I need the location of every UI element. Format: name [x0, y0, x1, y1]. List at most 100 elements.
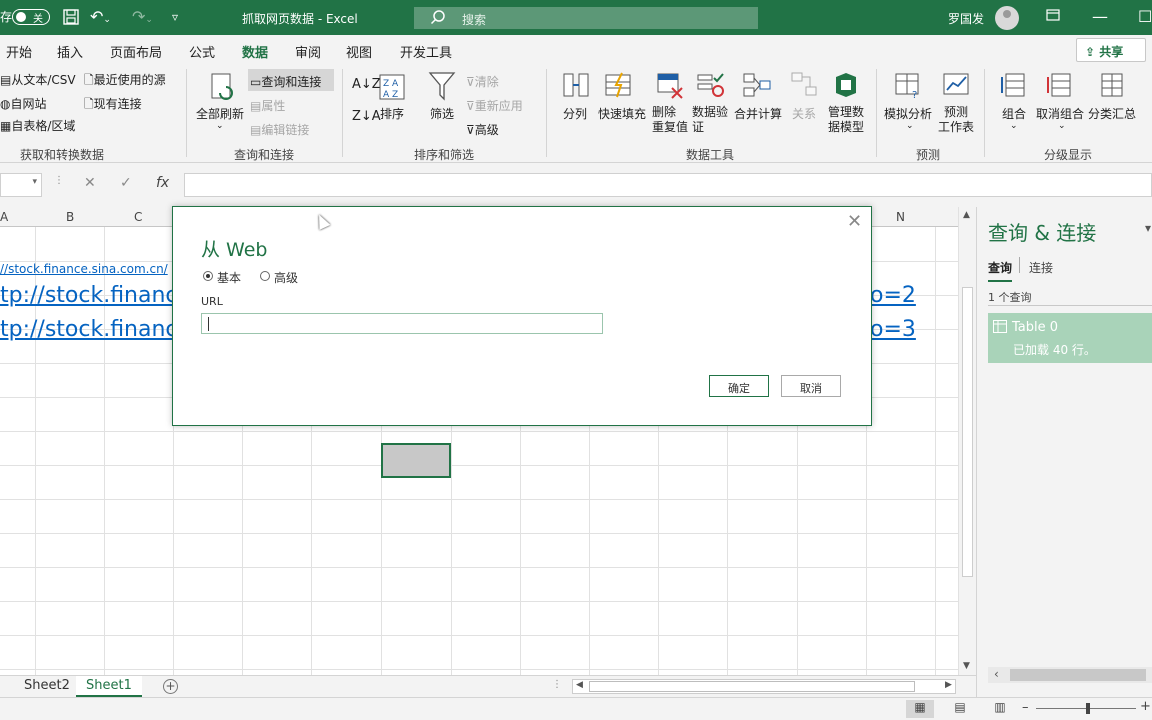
ungroup-button[interactable]: 取消组合	[1036, 105, 1084, 122]
recent-sources-button[interactable]: 🗋最近使用的源	[84, 71, 166, 92]
refresh-all-icon[interactable]	[206, 71, 238, 106]
what-if-button[interactable]: 模拟分析	[884, 105, 932, 122]
what-if-dropdown-icon[interactable]: ⌄	[906, 121, 914, 131]
page-layout-view-icon[interactable]: ▤	[946, 700, 974, 718]
tab-home[interactable]: 开始	[6, 42, 32, 61]
cell-hyperlink[interactable]: tp://stock.financ	[0, 317, 178, 342]
save-icon[interactable]	[62, 8, 80, 30]
zoom-in-icon[interactable]: +	[1140, 699, 1151, 714]
radio-advanced-label[interactable]: 高级	[274, 269, 298, 286]
scroll-up-icon[interactable]: ▲	[963, 210, 970, 220]
existing-connections-button[interactable]: 🗋现有连接	[84, 95, 142, 116]
tab-insert[interactable]: 插入	[57, 42, 83, 61]
tab-review[interactable]: 审阅	[295, 42, 321, 61]
cancel-button[interactable]: 取消	[781, 375, 841, 397]
pane-scroll-left-icon[interactable]: ‹	[994, 667, 999, 681]
cancel-entry-icon[interactable]: ✕	[84, 175, 96, 191]
hscroll-thumb[interactable]	[589, 681, 915, 692]
reapply-button[interactable]: ⊽重新应用	[466, 97, 523, 114]
column-header-c[interactable]: C	[134, 210, 142, 224]
sort-button[interactable]: 排序	[380, 105, 404, 122]
column-header-a[interactable]: A	[0, 210, 8, 224]
scroll-down-icon[interactable]: ▼	[963, 661, 970, 671]
sort-za-icon[interactable]: Z↓A	[352, 109, 381, 124]
minimize-icon[interactable]: —	[1092, 8, 1108, 26]
add-sheet-icon[interactable]: +	[163, 679, 178, 694]
normal-view-icon[interactable]: ▦	[906, 700, 934, 718]
insert-function-button[interactable]: fx	[156, 175, 169, 191]
name-box[interactable]: ▾	[0, 173, 42, 197]
from-table-button[interactable]: ▦自表格/区域	[0, 117, 75, 134]
close-icon[interactable]: ✕	[847, 211, 862, 232]
ungroup-dropdown-icon[interactable]: ⌄	[1058, 121, 1066, 131]
tab-developer[interactable]: 开发工具	[400, 42, 452, 61]
edit-links-button[interactable]: ▤编辑链接	[250, 121, 309, 138]
scroll-right-icon[interactable]: ▶	[945, 680, 952, 690]
subtotal-button[interactable]: 分类汇总	[1088, 105, 1136, 122]
scroll-left-icon[interactable]: ◀	[576, 680, 583, 690]
name-box-dropdown-icon[interactable]: ▾	[32, 177, 37, 187]
group-dropdown-icon[interactable]: ⌄	[1010, 121, 1018, 131]
ribbon-display-icon[interactable]	[1046, 8, 1060, 28]
user-name[interactable]: 罗国发	[948, 10, 984, 27]
pane-options-icon[interactable]: ▾	[1145, 221, 1151, 235]
flash-fill-button[interactable]: 快速填充	[598, 105, 646, 122]
cell-hyperlink[interactable]: o=2	[870, 283, 916, 308]
autosave-toggle[interactable]: 关	[12, 9, 50, 25]
undo-icon[interactable]: ↶⌄	[90, 8, 111, 29]
pane-scroll-thumb[interactable]	[1010, 669, 1146, 681]
tab-data[interactable]: 数据	[242, 42, 269, 68]
relationships-button[interactable]: 关系	[792, 105, 816, 122]
from-web-button[interactable]: ◍自网站	[0, 95, 47, 112]
confirm-entry-icon[interactable]: ✓	[120, 175, 132, 191]
advanced-filter-button[interactable]: ⊽高级	[466, 121, 499, 138]
cell-hyperlink[interactable]: tp://stock.financ	[0, 283, 178, 308]
sort-az-icon[interactable]: A↓Z	[352, 77, 381, 92]
ok-button[interactable]: 确定	[709, 375, 769, 397]
tab-page-layout[interactable]: 页面布局	[110, 42, 162, 61]
cell-hyperlink[interactable]: //stock.finance.sina.com.cn/	[0, 262, 168, 276]
text-to-columns-button[interactable]: 分列	[563, 105, 587, 122]
group-button[interactable]: 组合	[1002, 105, 1026, 122]
formula-input[interactable]	[184, 173, 1152, 197]
data-validation-button[interactable]: 数据验 证	[692, 105, 728, 135]
clear-filter-button[interactable]: ⊽清除	[466, 73, 499, 90]
horizontal-scrollbar[interactable]: ◀ ▶	[572, 679, 956, 694]
zoom-knob[interactable]	[1086, 703, 1090, 714]
customize-toolbar-icon[interactable]: ▿	[172, 8, 178, 26]
refresh-all-button[interactable]: 全部刷新	[196, 105, 244, 122]
column-header-b[interactable]: B	[66, 210, 74, 224]
filter-button[interactable]: 筛选	[430, 105, 454, 122]
properties-button[interactable]: ▤属性	[250, 97, 285, 114]
scroll-thumb[interactable]	[962, 287, 973, 577]
maximize-icon[interactable]: ☐	[1138, 8, 1152, 26]
pane-tab-queries[interactable]: 查询	[988, 259, 1013, 282]
page-break-view-icon[interactable]: ▥	[986, 700, 1014, 718]
url-input[interactable]	[201, 313, 603, 334]
tab-splitter-icon[interactable]: ⋮	[552, 679, 562, 690]
radio-basic[interactable]	[203, 271, 213, 281]
redo-icon[interactable]: ↷⌄	[132, 8, 153, 29]
tab-view[interactable]: 视图	[346, 42, 372, 61]
manage-data-model-button[interactable]: 管理数 据模型	[828, 105, 864, 135]
consolidate-button[interactable]: 合并计算	[734, 105, 782, 122]
radio-basic-label[interactable]: 基本	[217, 269, 241, 286]
sheet-tab-sheet2[interactable]: Sheet2	[14, 676, 80, 697]
from-text-csv-button[interactable]: ▤从文本/CSV	[0, 71, 76, 88]
tab-formulas[interactable]: 公式	[189, 42, 215, 61]
forecast-sheet-button[interactable]: 预测 工作表	[938, 105, 974, 135]
search-box[interactable]: 搜索	[414, 7, 758, 29]
radio-advanced[interactable]	[260, 271, 270, 281]
refresh-dropdown-icon[interactable]: ⌄	[216, 121, 224, 131]
queries-connections-button[interactable]: ▭查询和连接	[250, 73, 321, 90]
vertical-scrollbar[interactable]: ▲ ▼	[958, 207, 976, 675]
zoom-out-icon[interactable]: –	[1022, 700, 1029, 715]
sheet-tab-sheet1[interactable]: Sheet1	[76, 676, 142, 697]
column-header-n[interactable]: N	[896, 210, 905, 224]
selected-cell[interactable]	[381, 443, 451, 478]
cell-hyperlink[interactable]: o=3	[870, 317, 916, 342]
pane-tab-connections[interactable]: 连接	[1029, 259, 1053, 276]
query-item[interactable]: Table 0 已加载 40 行。	[988, 313, 1152, 363]
remove-duplicates-button[interactable]: 删除 重复值	[652, 105, 688, 135]
zoom-slider[interactable]	[1036, 703, 1136, 714]
